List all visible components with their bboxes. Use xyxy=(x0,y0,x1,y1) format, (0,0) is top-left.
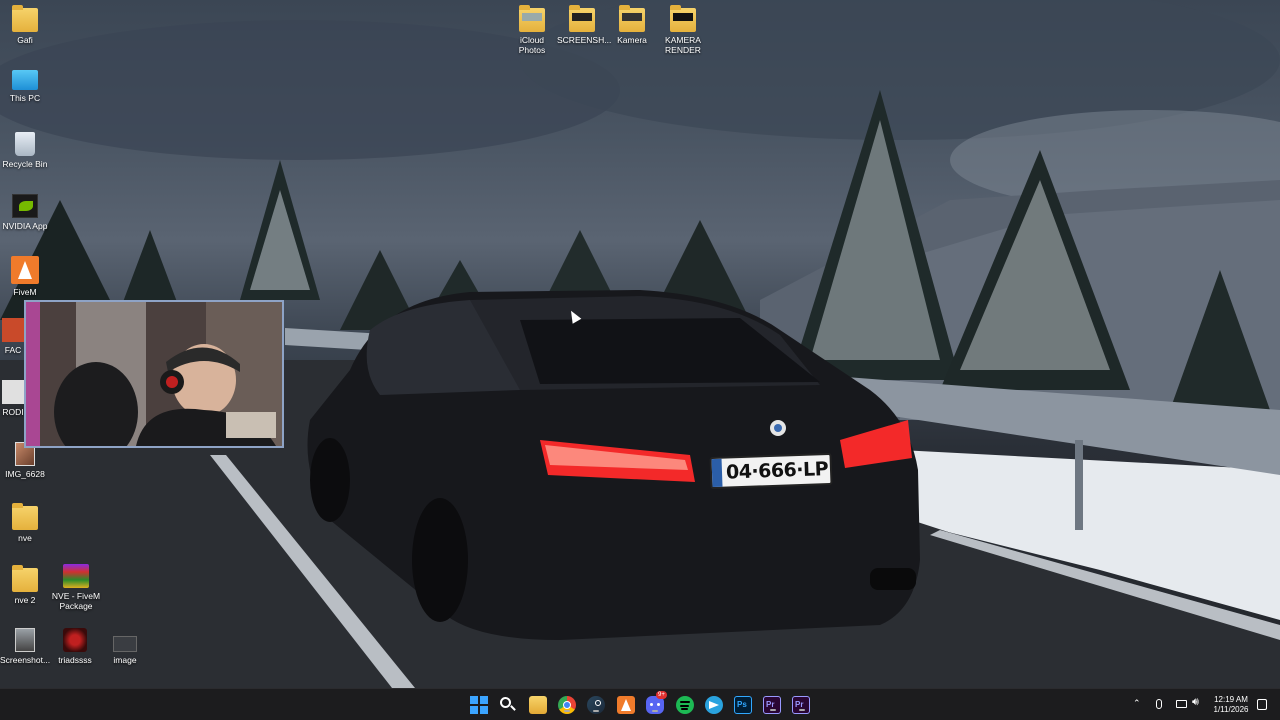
folder-icon xyxy=(12,565,38,592)
desktop-icon-label: SCREENSH... xyxy=(557,35,612,45)
discord-icon[interactable]: 9+ xyxy=(646,691,667,714)
start-button[interactable] xyxy=(470,696,488,714)
desktop-icon-label: NVE - FiveM Package xyxy=(51,591,101,611)
desktop-icon-label: triadssss xyxy=(58,655,92,665)
desktop-icon-recycle-bin[interactable]: Recycle Bin xyxy=(0,132,50,169)
folder-icon xyxy=(670,5,696,32)
desktop-icon-nve-2[interactable]: nve 2 xyxy=(0,565,50,605)
plate-country-strip xyxy=(711,458,723,488)
taskbar: 9+ Ps Pr Pr ⌃ 🔊︎ 12:19 AM 1/11/2026 xyxy=(0,688,1280,720)
photoshop-icon[interactable]: Ps xyxy=(734,696,752,714)
license-plate-number: 04·666·LP xyxy=(725,458,829,484)
desktop-icon-fivem[interactable]: FiveM xyxy=(0,256,50,297)
chrome-icon[interactable] xyxy=(558,696,576,714)
microphone-icon[interactable] xyxy=(1156,699,1162,709)
steam-icon[interactable] xyxy=(587,696,605,714)
desktop-icon-label: Screenshot... xyxy=(0,655,51,665)
desktop-icon-screenshots[interactable]: SCREENSH... xyxy=(557,5,612,45)
folder-icon xyxy=(12,503,38,530)
folder-icon xyxy=(569,5,595,32)
desktop-icon-this-pc[interactable]: This PC xyxy=(0,70,50,103)
desktop-icon-label: Recycle Bin xyxy=(2,159,48,169)
desktop-icon-label: nve xyxy=(18,533,32,543)
chevron-up-icon[interactable]: ⌃ xyxy=(1133,698,1141,709)
shortcut-icon xyxy=(2,380,24,404)
fivem-icon xyxy=(11,256,39,284)
webcam-overlay xyxy=(24,300,284,448)
desktop-icon-screenshot[interactable]: Screenshot... xyxy=(0,628,50,665)
desktop-icon-label: iCloud Photos xyxy=(518,35,546,55)
desktop-icon-label: image xyxy=(113,655,137,665)
desktop-icon-label: This PC xyxy=(9,93,41,103)
shortcut-icon xyxy=(2,318,24,342)
nvidia-icon xyxy=(12,194,38,218)
desktop-icon-label: Kamera xyxy=(617,35,647,45)
file-explorer-icon[interactable] xyxy=(529,696,547,714)
desktop-icon-triadssss[interactable]: triadssss xyxy=(50,628,100,665)
desktop-icon-icloud-photos[interactable]: iCloud Photos xyxy=(507,5,557,55)
spotify-icon[interactable] xyxy=(676,696,694,714)
clock-time: 12:19 AM xyxy=(1214,695,1248,704)
discord-notification-badge: 9+ xyxy=(656,691,667,699)
desktop-icon-label: FiveM xyxy=(13,287,37,297)
image-icon xyxy=(15,628,35,652)
recycle-bin-icon xyxy=(15,132,35,156)
desktop-icon-label: NVIDIA App xyxy=(2,221,48,231)
premiere-label: Pr xyxy=(766,700,775,709)
desktop-icon-kamera[interactable]: Kamera xyxy=(607,5,657,45)
folder-icon xyxy=(519,5,545,32)
network-icon[interactable] xyxy=(1176,700,1187,708)
clock-date: 1/11/2026 xyxy=(1213,705,1249,714)
premiere-icon[interactable]: Pr xyxy=(763,696,781,714)
folder-icon xyxy=(12,5,38,32)
image-icon xyxy=(63,628,87,652)
system-clock[interactable]: 12:19 AM 1/11/2026 xyxy=(1206,695,1256,715)
webcam-feed xyxy=(26,302,282,446)
premiere-icon-2[interactable]: Pr xyxy=(792,696,810,714)
photoshop-label: Ps xyxy=(737,700,747,709)
search-icon[interactable] xyxy=(500,697,516,713)
desktop-icon-nve-fivem-package[interactable]: NVE - FiveM Package xyxy=(50,564,102,611)
desktop-icon-kamera-render[interactable]: KAMERA RENDER xyxy=(658,5,708,55)
volume-icon[interactable]: 🔊︎ xyxy=(1192,696,1199,709)
desktop-icon-label: KAMERA RENDER xyxy=(665,35,701,55)
desktop-icon-nvidia-app[interactable]: NVIDIA App xyxy=(0,194,50,231)
monitor-icon xyxy=(12,70,38,90)
desktop-icon-label: IMG_6628 xyxy=(5,469,45,479)
desktop-icon-nve[interactable]: nve xyxy=(0,503,50,543)
telegram-icon[interactable] xyxy=(705,696,723,714)
desktop-icon-label: Gafi xyxy=(17,35,33,45)
winrar-icon xyxy=(63,564,89,588)
desktop-icon-label: nve 2 xyxy=(14,595,36,605)
notification-icon[interactable] xyxy=(1257,699,1267,710)
image-icon xyxy=(113,636,137,652)
desktop-icon-image[interactable]: image xyxy=(100,628,150,665)
fivem-icon[interactable] xyxy=(617,696,635,714)
desktop-icon-gafi[interactable]: Gafi xyxy=(0,5,50,45)
premiere-label-2: Pr xyxy=(795,700,804,709)
license-plate: 04·666·LP xyxy=(709,452,833,490)
folder-icon xyxy=(619,5,645,32)
